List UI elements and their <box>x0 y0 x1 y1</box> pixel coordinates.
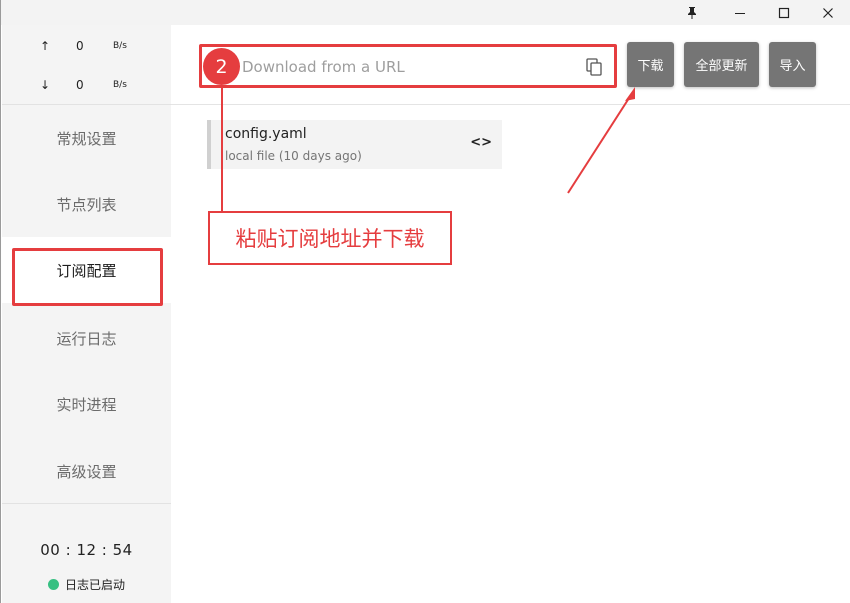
update-all-button[interactable]: 全部更新 <box>684 42 759 87</box>
download-unit: B/s <box>113 80 127 90</box>
status-text: 日志已启动 <box>65 577 126 592</box>
nav-highlight-box <box>12 248 163 306</box>
log-status: 日志已启动 <box>48 576 125 592</box>
pin-icon[interactable] <box>669 0 715 25</box>
main-content: 下载 全部更新 导入 config.yaml local file (10 da… <box>171 25 850 603</box>
download-arrow-icon: ↓ <box>40 78 51 92</box>
instruction-callout: 粘贴订阅地址并下载 <box>208 211 452 265</box>
upload-speed: ↑ 0 B/s <box>2 37 171 57</box>
app-window: ↑ 0 B/s ↓ 0 B/s 常规设置 节点列表 订阅配置 运行日志 实时进程 <box>0 0 850 603</box>
uptime-clock: 00 : 12 : 54 <box>40 541 133 559</box>
profile-name: config.yaml <box>225 126 307 142</box>
profile-meta: local file (10 days ago) <box>225 149 362 163</box>
title-bar <box>1 0 850 25</box>
sidebar-item-node-list[interactable]: 节点列表 <box>2 171 171 237</box>
url-input[interactable] <box>242 55 582 79</box>
status-dot-icon <box>48 578 59 590</box>
sidebar-item-label: 高级设置 <box>56 462 117 481</box>
sidebar-item-label: 运行日志 <box>56 329 117 348</box>
download-button-label: 下载 <box>637 59 664 74</box>
maximize-icon[interactable] <box>761 0 807 25</box>
sidebar-item-label: 实时进程 <box>56 395 117 414</box>
import-button-label: 导入 <box>779 59 806 74</box>
sidebar-item-general-settings[interactable]: 常规设置 <box>2 105 171 171</box>
sidebar-item-label: 常规设置 <box>56 129 117 148</box>
url-input-box <box>199 44 617 88</box>
download-button[interactable]: 下载 <box>627 42 674 87</box>
upload-arrow-icon: ↑ <box>40 39 51 53</box>
traffic-panel: ↑ 0 B/s ↓ 0 B/s <box>2 25 171 105</box>
update-all-button-label: 全部更新 <box>695 59 748 74</box>
sidebar-item-processes[interactable]: 实时进程 <box>2 371 171 437</box>
sidebar-item-advanced-settings[interactable]: 高级设置 <box>2 438 171 504</box>
edit-code-icon[interactable]: <> <box>470 135 492 150</box>
sidebar-item-logs[interactable]: 运行日志 <box>2 305 171 371</box>
minimize-icon[interactable] <box>717 0 763 25</box>
paste-icon[interactable] <box>584 57 604 77</box>
upload-value: 0 <box>76 39 84 53</box>
sidebar-divider <box>2 503 171 504</box>
step-number-badge: 2 <box>203 48 240 85</box>
download-value: 0 <box>76 78 84 92</box>
import-button[interactable]: 导入 <box>769 42 816 87</box>
sidebar: ↑ 0 B/s ↓ 0 B/s 常规设置 节点列表 订阅配置 运行日志 实时进程 <box>2 25 171 603</box>
toolbar-divider <box>171 104 850 105</box>
upload-unit: B/s <box>113 41 127 51</box>
close-icon[interactable] <box>805 0 850 25</box>
download-speed: ↓ 0 B/s <box>2 76 171 96</box>
sidebar-item-label: 节点列表 <box>56 195 117 214</box>
profile-card[interactable]: config.yaml local file (10 days ago) <> <box>207 120 502 169</box>
